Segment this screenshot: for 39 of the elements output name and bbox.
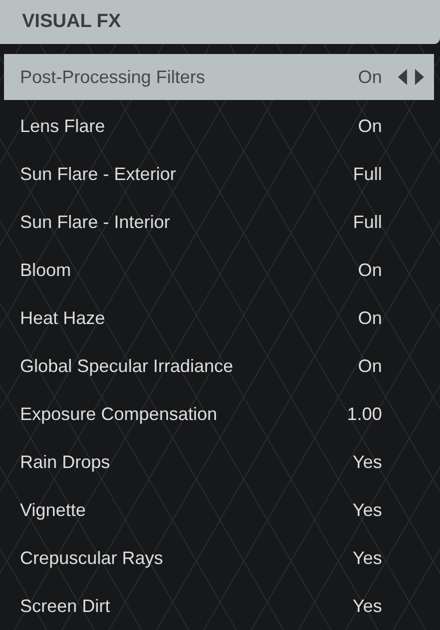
setting-row[interactable]: Post-Processing Filters On — [4, 54, 434, 100]
setting-label: Crepuscular Rays — [20, 548, 164, 568]
setting-row[interactable]: Screen Dirt Yes — [0, 582, 440, 630]
setting-value: On — [356, 260, 382, 280]
setting-value: 1.00 — [346, 404, 382, 424]
setting-row[interactable]: Global Specular Irradiance On — [0, 342, 440, 390]
setting-value: Full — [352, 212, 382, 232]
setting-row[interactable]: Rain Drops Yes — [0, 438, 440, 486]
setting-value: On — [356, 356, 382, 376]
setting-value: Yes — [352, 452, 382, 472]
setting-row[interactable]: Crepuscular Rays Yes — [0, 534, 440, 582]
setting-row[interactable]: Sun Flare - Exterior Full — [0, 150, 440, 198]
left-arrow-icon[interactable] — [398, 69, 408, 85]
setting-row[interactable]: Vignette Yes — [0, 486, 440, 534]
section-title: VISUAL FX — [22, 11, 121, 33]
setting-value: Yes — [352, 548, 382, 568]
setting-label: Bloom — [20, 260, 72, 280]
setting-row[interactable]: Exposure Compensation 1.00 — [0, 390, 440, 438]
setting-row[interactable]: Sun Flare - Interior Full — [0, 198, 440, 246]
setting-label: Screen Dirt — [20, 596, 112, 616]
setting-label: Global Specular Irradiance — [20, 356, 234, 376]
setting-label: Sun Flare - Interior — [20, 212, 172, 232]
setting-label: Heat Haze — [20, 308, 106, 328]
setting-value: Full — [352, 164, 382, 184]
right-arrow-icon[interactable] — [414, 69, 424, 85]
setting-row[interactable]: Lens Flare On — [0, 102, 440, 150]
setting-value: Yes — [352, 500, 382, 520]
setting-label: Post-Processing Filters — [20, 66, 206, 88]
setting-row[interactable]: Bloom On — [0, 246, 440, 294]
setting-value: On — [356, 66, 382, 88]
setting-label: Rain Drops — [20, 452, 112, 472]
setting-label: Lens Flare — [20, 116, 106, 136]
setting-value: On — [356, 308, 382, 328]
setting-value: Yes — [352, 596, 382, 616]
setting-row[interactable]: Heat Haze On — [0, 294, 440, 342]
setting-value: On — [356, 116, 382, 136]
setting-label: Sun Flare - Exterior — [20, 164, 178, 184]
setting-label: Vignette — [20, 500, 87, 520]
setting-label: Exposure Compensation — [20, 404, 218, 424]
